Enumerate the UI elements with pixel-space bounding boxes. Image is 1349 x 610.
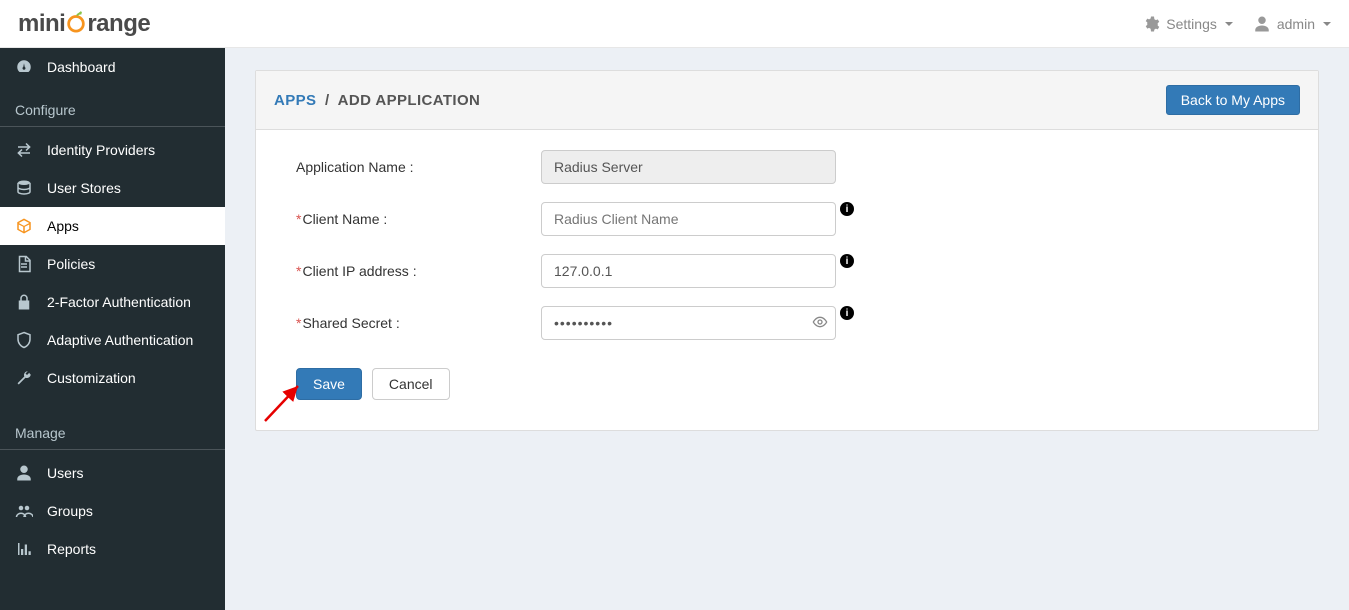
shared-secret-input[interactable] <box>541 306 836 340</box>
logo: minirange <box>18 10 150 38</box>
database-icon <box>15 179 33 197</box>
sidebar-item-customization[interactable]: Customization <box>0 359 225 397</box>
exchange-icon <box>15 141 33 159</box>
logo-orange-icon <box>65 10 87 38</box>
sidebar-item-label: Reports <box>47 541 96 557</box>
breadcrumb: APPS / ADD APPLICATION <box>274 92 480 109</box>
breadcrumb-separator: / <box>325 92 330 109</box>
row-client-name: *Client Name : i <box>296 202 1278 236</box>
sidebar-item-user-stores[interactable]: User Stores <box>0 169 225 207</box>
client-name-label: *Client Name : <box>296 211 541 227</box>
dashboard-icon <box>15 58 33 76</box>
panel: APPS / ADD APPLICATION Back to My Apps A… <box>255 70 1319 431</box>
app-name-input <box>541 150 836 184</box>
breadcrumb-apps-link[interactable]: APPS <box>274 92 316 109</box>
client-name-input[interactable] <box>541 202 836 236</box>
user-menu[interactable]: admin <box>1253 15 1331 33</box>
sidebar-item-apps[interactable]: Apps <box>0 207 225 245</box>
settings-label: Settings <box>1166 16 1217 32</box>
row-shared-secret: *Shared Secret : i <box>296 306 1278 340</box>
panel-header: APPS / ADD APPLICATION Back to My Apps <box>256 71 1318 130</box>
app-name-label: Application Name : <box>296 159 541 175</box>
user-label: admin <box>1277 16 1315 32</box>
client-ip-label: *Client IP address : <box>296 263 541 279</box>
save-button[interactable]: Save <box>296 368 362 400</box>
sidebar-item-users[interactable]: Users <box>0 454 225 492</box>
settings-menu[interactable]: Settings <box>1142 15 1233 33</box>
panel-body: Application Name : *Client Name : i *Cli… <box>256 130 1318 430</box>
document-icon <box>15 255 33 273</box>
bar-chart-icon <box>15 540 33 558</box>
client-ip-input[interactable] <box>541 254 836 288</box>
sidebar-item-reports[interactable]: Reports <box>0 530 225 568</box>
sidebar-item-label: Dashboard <box>47 59 116 75</box>
top-right: Settings admin <box>1142 15 1331 33</box>
sidebar-item-label: Identity Providers <box>47 142 155 158</box>
sidebar-item-adaptive-auth[interactable]: Adaptive Authentication <box>0 321 225 359</box>
user-icon <box>15 464 33 482</box>
sidebar-item-dashboard[interactable]: Dashboard <box>0 48 225 86</box>
cube-icon <box>15 217 33 235</box>
sidebar-item-label: Policies <box>47 256 95 272</box>
sidebar-item-2fa[interactable]: 2-Factor Authentication <box>0 283 225 321</box>
sidebar-item-label: 2-Factor Authentication <box>47 294 191 310</box>
back-to-apps-button[interactable]: Back to My Apps <box>1166 85 1300 115</box>
gear-icon <box>1142 15 1160 33</box>
wrench-icon <box>15 369 33 387</box>
lock-icon <box>15 293 33 311</box>
shared-secret-label: *Shared Secret : <box>296 315 541 331</box>
top-bar: minirange Settings admin <box>0 0 1349 48</box>
breadcrumb-current: ADD APPLICATION <box>338 92 481 109</box>
sidebar-item-groups[interactable]: Groups <box>0 492 225 530</box>
row-client-ip: *Client IP address : i <box>296 254 1278 288</box>
user-icon <box>1253 15 1271 33</box>
row-app-name: Application Name : <box>296 150 1278 184</box>
reveal-password-icon[interactable] <box>812 314 828 330</box>
main-area: APPS / ADD APPLICATION Back to My Apps A… <box>225 48 1349 610</box>
info-icon[interactable]: i <box>840 306 854 320</box>
shield-icon <box>15 331 33 349</box>
users-icon <box>15 502 33 520</box>
sidebar-item-identity-providers[interactable]: Identity Providers <box>0 131 225 169</box>
sidebar-item-label: User Stores <box>47 180 121 196</box>
sidebar-item-label: Apps <box>47 218 79 234</box>
info-icon[interactable]: i <box>840 254 854 268</box>
sidebar-item-label: Customization <box>47 370 136 386</box>
caret-down-icon <box>1323 22 1331 26</box>
sidebar-item-label: Adaptive Authentication <box>47 332 193 348</box>
sidebar-item-label: Groups <box>47 503 93 519</box>
caret-down-icon <box>1225 22 1233 26</box>
sidebar: Dashboard Configure Identity Providers U… <box>0 48 225 610</box>
sidebar-section-manage: Manage <box>0 415 225 450</box>
sidebar-section-configure: Configure <box>0 92 225 127</box>
info-icon[interactable]: i <box>840 202 854 216</box>
cancel-button[interactable]: Cancel <box>372 368 450 400</box>
sidebar-item-label: Users <box>47 465 84 481</box>
sidebar-item-policies[interactable]: Policies <box>0 245 225 283</box>
form-actions: Save Cancel <box>296 368 1278 400</box>
